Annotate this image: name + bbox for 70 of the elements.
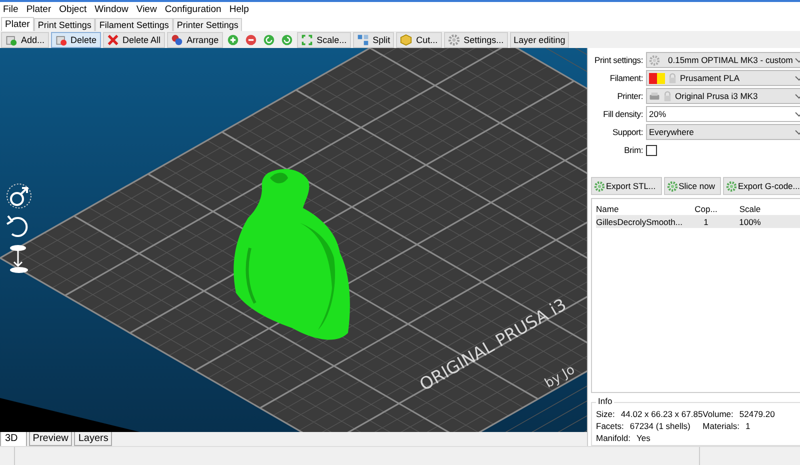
- view-mode-icon: [6, 184, 32, 208]
- support-dropdown[interactable]: Everywhere: [646, 124, 800, 140]
- gear-icon: [666, 180, 678, 192]
- action-button[interactable]: Export G-code...: [722, 177, 800, 195]
- info-label: Size:: [596, 409, 615, 419]
- gear-icon: [726, 180, 737, 192]
- split-icon: [356, 34, 369, 46]
- settings-icon: [448, 34, 460, 46]
- scale-icon: [300, 34, 313, 46]
- menu-item[interactable]: Window: [92, 4, 134, 15]
- column-header[interactable]: Cop...: [688, 204, 724, 214]
- cube-minus-icon: [54, 34, 67, 46]
- tab[interactable]: Printer Settings: [172, 18, 242, 31]
- preset-dropdown[interactable]: 0.15mm OPTIMAL MK3 - custom: [646, 52, 800, 68]
- action-button[interactable]: Slice now: [664, 177, 721, 195]
- tab[interactable]: Filament Settings: [95, 18, 173, 31]
- toolbar-button[interactable]: Cut...: [396, 32, 442, 48]
- bed-label: by Jo: [542, 362, 578, 392]
- tab[interactable]: Plater: [1, 17, 34, 31]
- gear-icon: [594, 180, 605, 192]
- toolbar-button[interactable]: Split: [352, 32, 394, 48]
- tab[interactable]: Print Settings: [34, 18, 96, 31]
- preset-dropdown[interactable]: Prusament PLA: [646, 70, 800, 86]
- object-row[interactable]: GillesDecrolySmooth... 1 100%: [596, 215, 800, 228]
- tab[interactable]: Layers: [74, 432, 112, 446]
- cube-plus-icon: [5, 34, 17, 46]
- cube-icon: [400, 34, 412, 46]
- field-label: Support:: [611, 127, 643, 137]
- toolbar-button[interactable]: Scale...: [296, 32, 351, 48]
- spheres-icon: [170, 34, 183, 46]
- column-header[interactable]: Name: [596, 204, 688, 214]
- checkbox[interactable]: [646, 144, 657, 156]
- group-title: Info: [596, 396, 614, 406]
- menu-item[interactable]: Plater: [23, 4, 56, 15]
- menu-item[interactable]: View: [133, 4, 162, 15]
- menu-item[interactable]: Object: [56, 4, 92, 15]
- column-header[interactable]: Scale: [724, 204, 776, 214]
- toolbar-button[interactable]: Delete All: [102, 32, 165, 48]
- field-label: Brim:: [623, 145, 643, 155]
- toolbar-button[interactable]: Arrange: [166, 32, 223, 48]
- info-value: Yes: [636, 433, 650, 443]
- info-label: Volume:: [702, 409, 734, 419]
- menu-item[interactable]: File: [0, 4, 24, 15]
- cross-icon: [106, 34, 119, 46]
- gear-icon: [649, 54, 660, 66]
- tab[interactable]: 3D: [0, 432, 27, 447]
- preset-dropdown[interactable]: Original Prusa i3 MK3: [646, 88, 800, 104]
- info-label: Facets:: [596, 421, 624, 431]
- drop-to-bed-icon: [10, 245, 28, 273]
- info-label: Manifold:: [596, 433, 630, 443]
- info-value: 67234 (1 shells): [630, 421, 690, 431]
- info-value: 44.02 x 66.23 x 67.85: [620, 409, 703, 419]
- menu-item[interactable]: Configuration: [162, 4, 226, 15]
- tab[interactable]: Preview: [28, 432, 72, 446]
- info-label: Materials:: [702, 421, 740, 431]
- action-button[interactable]: Export STL...: [591, 177, 662, 195]
- toolbar-button[interactable]: Add...: [1, 32, 49, 48]
- field-label: Filament:: [608, 73, 643, 83]
- printer-icon: [649, 90, 660, 102]
- field-label: Printer:: [616, 91, 643, 101]
- toolbar-button[interactable]: Delete: [50, 32, 101, 48]
- toolbar-button[interactable]: Settings...: [444, 32, 508, 48]
- toolbar-button[interactable]: Layer editing: [510, 32, 570, 48]
- info-value: 52479.20: [739, 409, 775, 419]
- rotate-icon: [6, 215, 28, 237]
- fill-density-dropdown[interactable]: 20%: [646, 106, 800, 122]
- field-label: Fill density:: [602, 109, 643, 119]
- info-value: 1: [746, 421, 750, 431]
- field-label: Print settings:: [594, 55, 643, 65]
- menu-item[interactable]: Help: [226, 4, 254, 15]
